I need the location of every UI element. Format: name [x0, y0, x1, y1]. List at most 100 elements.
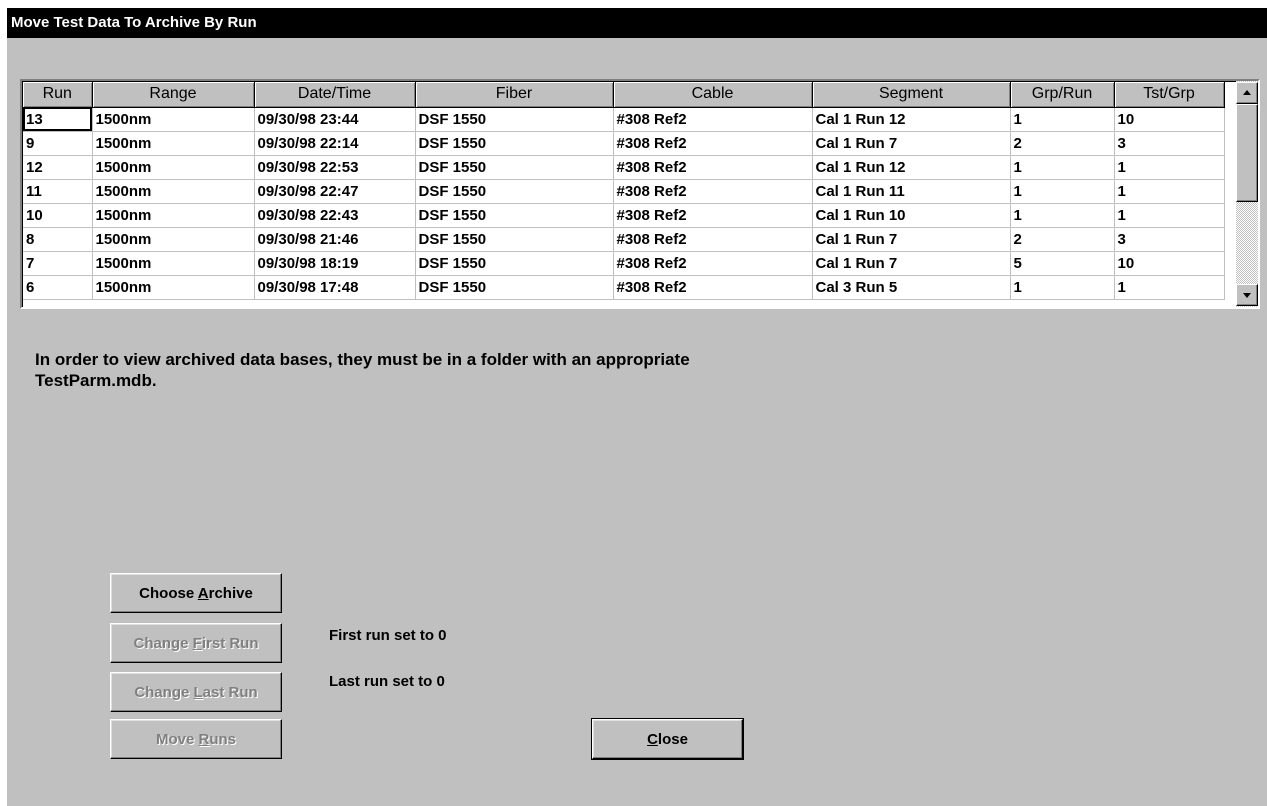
cell-grp-run[interactable]: 1: [1010, 155, 1115, 180]
scroll-up-arrow-icon: [1243, 90, 1251, 95]
cell-grp-run[interactable]: 2: [1010, 131, 1115, 156]
grid-body: 13 1500nm 09/30/98 23:44 DSF 1550 #308 Ref2 C…: [23, 107, 1225, 300]
table-row[interactable]: 11 1500nm 09/30/98 22:47 DSF 1550 #308 Ref2 C…: [23, 179, 1225, 204]
cell-range[interactable]: 1500nm: [92, 131, 255, 156]
cell-range[interactable]: 1500nm: [92, 179, 255, 204]
table-row[interactable]: 13 1500nm 09/30/98 23:44 DSF 1550 #308 Ref2 C…: [23, 107, 1225, 132]
close-button[interactable]: Close: [591, 718, 744, 760]
choose-archive-button[interactable]: Choose Archive: [110, 573, 282, 613]
cell-range[interactable]: 1500nm: [92, 155, 255, 180]
column-header-grp-run[interactable]: Grp/Run: [1010, 82, 1115, 108]
cell-grp-run[interactable]: 5: [1010, 251, 1115, 276]
table-row[interactable]: 9 1500nm 09/30/98 22:14 DSF 1550 #308 Ref2 Ca…: [23, 131, 1225, 156]
cell-fiber[interactable]: DSF 1550: [415, 155, 614, 180]
cell-tst-grp[interactable]: 3: [1114, 227, 1225, 252]
cell-fiber[interactable]: DSF 1550: [415, 203, 614, 228]
cell-run[interactable]: 9: [23, 131, 93, 156]
cell-date-time[interactable]: 09/30/98 18:19: [254, 251, 416, 276]
cell-fiber[interactable]: DSF 1550: [415, 107, 614, 132]
cell-segment[interactable]: Cal 1 Run 11: [812, 179, 1011, 204]
move-runs-button[interactable]: Move Runs: [110, 719, 282, 759]
column-header-date-time[interactable]: Date/Time: [254, 82, 416, 108]
cell-tst-grp[interactable]: 1: [1114, 155, 1225, 180]
cell-range[interactable]: 1500nm: [92, 203, 255, 228]
cell-date-time[interactable]: 09/30/98 23:44: [254, 107, 416, 132]
cell-range[interactable]: 1500nm: [92, 227, 255, 252]
change-last-run-button[interactable]: Change Last Run: [110, 672, 282, 712]
cell-segment[interactable]: Cal 3 Run 5: [812, 275, 1011, 300]
cell-date-time[interactable]: 09/30/98 21:46: [254, 227, 416, 252]
change-first-run-button[interactable]: Change First Run: [110, 623, 282, 663]
runs-table: Run Range Date/Time Fiber Cable Segment …: [23, 82, 1225, 300]
last-run-status: Last run set to 0: [329, 673, 445, 690]
archive-info-text: In order to view archived data bases, th…: [35, 349, 935, 391]
cell-cable[interactable]: #308 Ref2: [613, 275, 813, 300]
cell-run[interactable]: 10: [23, 203, 93, 228]
cell-run[interactable]: 6: [23, 275, 93, 300]
cell-tst-grp[interactable]: 10: [1114, 107, 1225, 132]
dialog-window: Move Test Data To Archive By Run Run Ran…: [6, 8, 1267, 806]
cell-tst-grp[interactable]: 1: [1114, 203, 1225, 228]
cell-date-time[interactable]: 09/30/98 22:14: [254, 131, 416, 156]
cell-fiber[interactable]: DSF 1550: [415, 131, 614, 156]
cell-tst-grp[interactable]: 10: [1114, 251, 1225, 276]
column-header-run[interactable]: Run: [23, 82, 93, 108]
cell-grp-run[interactable]: 2: [1010, 227, 1115, 252]
cell-cable[interactable]: #308 Ref2: [613, 227, 813, 252]
cell-date-time[interactable]: 09/30/98 22:47: [254, 179, 416, 204]
cell-grp-run[interactable]: 1: [1010, 107, 1115, 132]
archive-info-line-2: TestParm.mdb.: [35, 371, 157, 390]
table-row[interactable]: 7 1500nm 09/30/98 18:19 DSF 1550 #308 Ref2 Ca…: [23, 251, 1225, 276]
cell-fiber[interactable]: DSF 1550: [415, 227, 614, 252]
column-header-fiber[interactable]: Fiber: [415, 82, 614, 108]
cell-segment[interactable]: Cal 1 Run 7: [812, 131, 1011, 156]
cell-grp-run[interactable]: 1: [1010, 275, 1115, 300]
cell-range[interactable]: 1500nm: [92, 251, 255, 276]
cell-grp-run[interactable]: 1: [1010, 179, 1115, 204]
scroll-down-button[interactable]: [1236, 284, 1258, 306]
cell-cable[interactable]: #308 Ref2: [613, 203, 813, 228]
table-row[interactable]: 8 1500nm 09/30/98 21:46 DSF 1550 #308 Ref2 Ca…: [23, 227, 1225, 252]
cell-segment[interactable]: Cal 1 Run 12: [812, 107, 1011, 132]
cell-run[interactable]: 13: [23, 107, 93, 132]
cell-segment[interactable]: Cal 1 Run 12: [812, 155, 1011, 180]
grid-header-row: Run Range Date/Time Fiber Cable Segment …: [23, 82, 1225, 108]
first-run-status: First run set to 0: [329, 627, 447, 644]
cell-segment[interactable]: Cal 1 Run 10: [812, 203, 1011, 228]
table-row[interactable]: 10 1500nm 09/30/98 22:43 DSF 1550 #308 Ref2 C…: [23, 203, 1225, 228]
runs-grid[interactable]: Run Range Date/Time Fiber Cable Segment …: [20, 79, 1260, 309]
column-header-segment[interactable]: Segment: [812, 82, 1011, 108]
cell-run[interactable]: 7: [23, 251, 93, 276]
cell-fiber[interactable]: DSF 1550: [415, 275, 614, 300]
vertical-scrollbar[interactable]: [1236, 81, 1258, 307]
cell-tst-grp[interactable]: 1: [1114, 275, 1225, 300]
cell-date-time[interactable]: 09/30/98 22:43: [254, 203, 416, 228]
cell-tst-grp[interactable]: 1: [1114, 179, 1225, 204]
cell-date-time[interactable]: 09/30/98 22:53: [254, 155, 416, 180]
cell-fiber[interactable]: DSF 1550: [415, 179, 614, 204]
cell-tst-grp[interactable]: 3: [1114, 131, 1225, 156]
column-header-cable[interactable]: Cable: [613, 82, 813, 108]
scroll-thumb[interactable]: [1236, 104, 1258, 202]
cell-range[interactable]: 1500nm: [92, 275, 255, 300]
cell-segment[interactable]: Cal 1 Run 7: [812, 227, 1011, 252]
cell-cable[interactable]: #308 Ref2: [613, 107, 813, 132]
cell-date-time[interactable]: 09/30/98 17:48: [254, 275, 416, 300]
cell-fiber[interactable]: DSF 1550: [415, 251, 614, 276]
cell-grp-run[interactable]: 1: [1010, 203, 1115, 228]
scroll-up-button[interactable]: [1236, 82, 1258, 104]
cell-cable[interactable]: #308 Ref2: [613, 179, 813, 204]
column-header-tst-grp[interactable]: Tst/Grp: [1114, 82, 1225, 108]
cell-cable[interactable]: #308 Ref2: [613, 251, 813, 276]
column-header-range[interactable]: Range: [92, 82, 255, 108]
cell-cable[interactable]: #308 Ref2: [613, 155, 813, 180]
cell-cable[interactable]: #308 Ref2: [613, 131, 813, 156]
cell-run[interactable]: 12: [23, 155, 93, 180]
cell-run[interactable]: 11: [23, 179, 93, 204]
table-row[interactable]: 6 1500nm 09/30/98 17:48 DSF 1550 #308 Ref2 Ca…: [23, 275, 1225, 300]
cell-segment[interactable]: Cal 1 Run 7: [812, 251, 1011, 276]
cell-run[interactable]: 8: [23, 227, 93, 252]
archive-info-line-1: In order to view archived data bases, th…: [35, 350, 690, 369]
cell-range[interactable]: 1500nm: [92, 107, 255, 132]
table-row[interactable]: 12 1500nm 09/30/98 22:53 DSF 1550 #308 Ref2 C…: [23, 155, 1225, 180]
